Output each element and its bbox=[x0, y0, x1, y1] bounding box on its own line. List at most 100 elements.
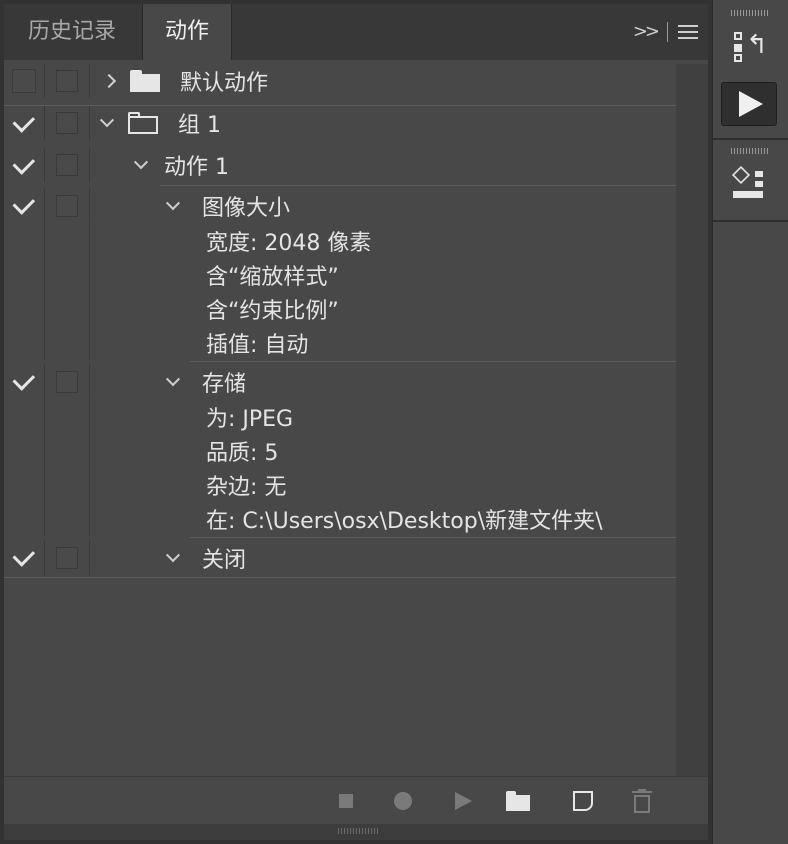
command-param-row: 宽度: 2048 像素 bbox=[4, 224, 676, 258]
command-param-row: 品质: 5 bbox=[4, 434, 676, 468]
dialog-toggle-empty[interactable] bbox=[56, 70, 78, 92]
tree-cell: 关闭 bbox=[165, 540, 246, 575]
dock-separator bbox=[713, 220, 788, 222]
checkmark-icon[interactable] bbox=[11, 544, 35, 567]
toggle-dialog-column[interactable] bbox=[45, 64, 90, 98]
tab-tools-separator bbox=[667, 22, 668, 42]
action-set-label: 组 1 bbox=[178, 113, 221, 138]
action-row[interactable]: 动作 1 bbox=[4, 148, 676, 182]
tree-cell: 组 1 bbox=[99, 106, 221, 140]
tree-cell: 图像大小 bbox=[165, 188, 291, 223]
command-label: 存储 bbox=[202, 371, 247, 397]
command-param-row: 为: JPEG bbox=[4, 400, 676, 434]
toggle-item-column[interactable] bbox=[4, 148, 45, 182]
toggle-item-column[interactable] bbox=[4, 188, 45, 223]
new-set-button[interactable] bbox=[506, 789, 530, 813]
stop-button[interactable] bbox=[334, 789, 358, 813]
command-param: 含“缩放样式” bbox=[206, 265, 339, 290]
toggle-dialog-column[interactable] bbox=[45, 188, 90, 223]
chevron-down-icon[interactable] bbox=[165, 195, 181, 210]
toggle-item-column[interactable] bbox=[4, 540, 45, 575]
actions-list: 默认动作 组 1 动作 1 图像大小 宽度: 2048 像素 含“缩放样式” 含… bbox=[4, 64, 676, 776]
dock-separator bbox=[713, 138, 788, 140]
toggle-item-column[interactable] bbox=[4, 364, 45, 399]
toggle-dialog-column[interactable] bbox=[45, 364, 90, 399]
toggle-item-column[interactable] bbox=[4, 64, 45, 98]
checkmark-icon[interactable] bbox=[11, 368, 35, 391]
chevron-down-icon[interactable] bbox=[133, 155, 149, 170]
action-set-label: 默认动作 bbox=[180, 71, 269, 96]
panel-menu-icon[interactable] bbox=[678, 25, 698, 39]
collapse-double-chevron-icon[interactable]: >> bbox=[633, 20, 660, 44]
chevron-down-icon[interactable] bbox=[165, 371, 181, 386]
dialog-toggle-empty[interactable] bbox=[56, 370, 78, 393]
properties-icon bbox=[731, 165, 765, 201]
checkmark-icon[interactable] bbox=[11, 151, 35, 175]
tab-actions[interactable]: 动作 bbox=[142, 4, 232, 60]
row-divider bbox=[190, 537, 676, 538]
command-param: 杂边: 无 bbox=[206, 475, 287, 500]
command-param: 含“约束比例” bbox=[206, 299, 339, 324]
panel-dock: ↰ bbox=[712, 0, 788, 844]
checkmark-icon[interactable] bbox=[11, 192, 35, 215]
history-icon: ↰ bbox=[732, 30, 768, 62]
tree-cell: 默认动作 bbox=[101, 64, 269, 98]
command-label: 图像大小 bbox=[202, 195, 291, 221]
folder-open-icon bbox=[128, 112, 158, 134]
actions-panel-button[interactable] bbox=[721, 82, 777, 126]
toggle-dialog-column[interactable] bbox=[45, 540, 90, 575]
command-row[interactable]: 存储 bbox=[4, 364, 676, 399]
tree-cell: 存储 bbox=[165, 364, 247, 399]
properties-panel-button[interactable] bbox=[721, 162, 777, 206]
command-param: 在: C:\Users\osx\Desktop\新建文件夹\ bbox=[206, 509, 603, 534]
resize-grip-icon[interactable] bbox=[338, 828, 378, 834]
history-panel-button[interactable]: ↰ bbox=[721, 24, 777, 68]
chevron-down-icon[interactable] bbox=[99, 113, 115, 128]
command-param-row: 含“约束比例” bbox=[4, 292, 676, 326]
new-action-icon bbox=[573, 791, 593, 811]
row-divider bbox=[160, 185, 676, 186]
tab-history[interactable]: 历史记录 bbox=[4, 4, 140, 60]
dialog-toggle-empty[interactable] bbox=[56, 194, 78, 217]
play-icon bbox=[454, 792, 472, 810]
checkmark-icon[interactable] bbox=[11, 109, 35, 133]
play-selection-button[interactable] bbox=[451, 789, 475, 813]
chevron-right-icon[interactable] bbox=[101, 73, 117, 89]
dialog-toggle-empty[interactable] bbox=[56, 546, 78, 569]
dialog-toggle-empty[interactable] bbox=[56, 112, 78, 134]
panel-footer bbox=[4, 776, 708, 825]
chevron-down-icon[interactable] bbox=[165, 547, 181, 562]
dock-grip-icon[interactable] bbox=[731, 148, 769, 154]
folder-icon bbox=[130, 70, 160, 92]
tab-tools: >> bbox=[633, 20, 698, 44]
record-button[interactable] bbox=[391, 789, 415, 813]
command-param-row: 插值: 自动 bbox=[4, 326, 676, 360]
command-param-row: 在: C:\Users\osx\Desktop\新建文件夹\ bbox=[4, 502, 676, 536]
command-row[interactable]: 关闭 bbox=[4, 540, 676, 575]
command-param-row: 含“缩放样式” bbox=[4, 258, 676, 292]
delete-button[interactable] bbox=[630, 789, 654, 813]
command-param: 为: JPEG bbox=[206, 407, 294, 432]
command-param-row: 杂边: 无 bbox=[4, 468, 676, 502]
command-row[interactable]: 图像大小 bbox=[4, 188, 676, 223]
dialog-toggle-empty[interactable] bbox=[56, 154, 78, 176]
dock-grip-icon[interactable] bbox=[731, 10, 769, 16]
toggle-dialog-column[interactable] bbox=[45, 106, 90, 140]
trash-icon bbox=[632, 789, 652, 813]
toggle-item-column[interactable] bbox=[4, 106, 45, 140]
command-param: 品质: 5 bbox=[206, 441, 279, 466]
actions-panel: 历史记录 动作 >> 默认动作 组 1 动作 1 图像大小 宽度: 2048 像… bbox=[4, 4, 708, 840]
play-icon bbox=[739, 91, 763, 117]
row-divider bbox=[4, 577, 676, 578]
new-action-button[interactable] bbox=[571, 789, 595, 813]
record-icon bbox=[394, 792, 412, 810]
scrollbar-track[interactable] bbox=[676, 64, 708, 776]
command-param: 插值: 自动 bbox=[206, 333, 309, 358]
item-toggle-empty[interactable] bbox=[12, 69, 36, 93]
toggle-dialog-column[interactable] bbox=[45, 148, 90, 182]
resize-strip[interactable] bbox=[4, 824, 708, 840]
action-set-row[interactable]: 默认动作 bbox=[4, 64, 676, 98]
tree-cell: 动作 1 bbox=[133, 148, 229, 182]
action-label: 动作 1 bbox=[164, 155, 229, 180]
action-set-row[interactable]: 组 1 bbox=[4, 106, 676, 140]
